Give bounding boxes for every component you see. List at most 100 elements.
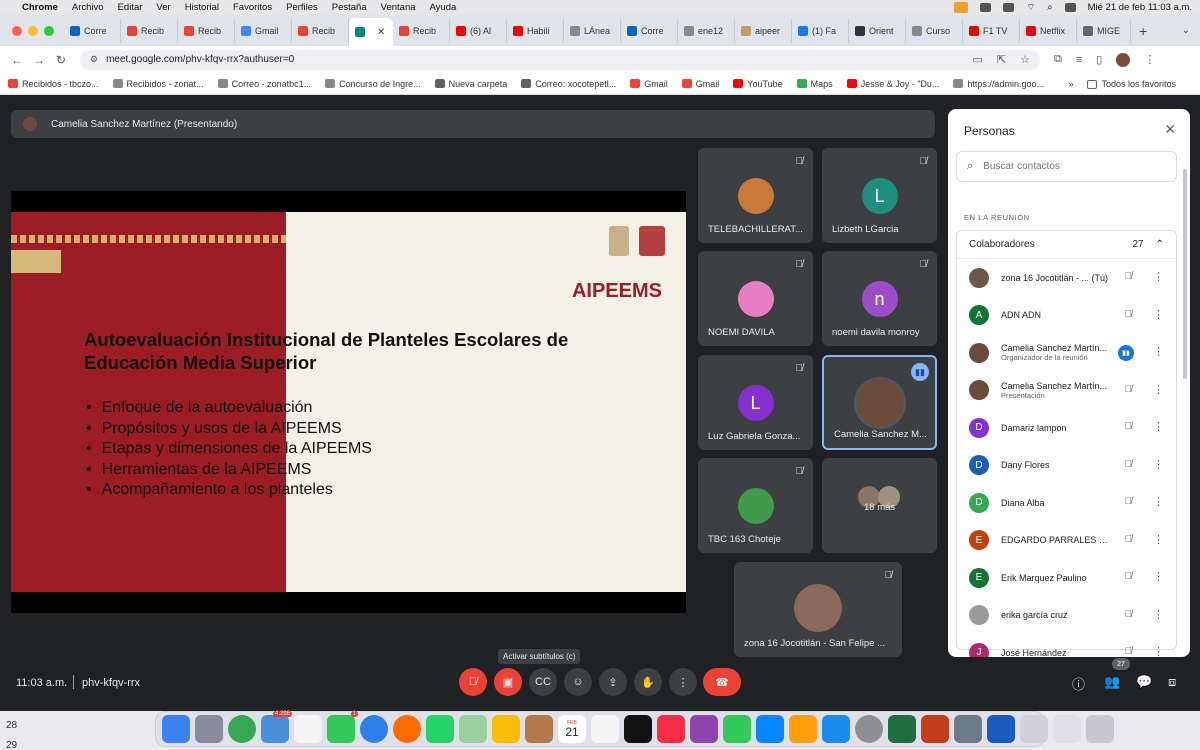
bookmark-item[interactable]: Nueva carpeta <box>434 79 507 89</box>
browser-tab[interactable]: Curso <box>906 18 963 43</box>
powerpoint-icon[interactable] <box>921 715 949 743</box>
contacts-icon[interactable] <box>525 715 553 743</box>
browser-tab[interactable]: Habili <box>507 18 564 43</box>
back-arrow-icon[interactable]: ← <box>6 53 28 67</box>
maps-icon[interactable] <box>459 715 487 743</box>
participant-row[interactable]: D Damariz lampon 🎙̸ ⋮ <box>957 409 1176 447</box>
firefox-icon[interactable] <box>393 715 421 743</box>
mic-off-icon[interactable]: 🎙̸ <box>1125 496 1133 507</box>
more-options-icon[interactable]: ⋮ <box>1153 495 1164 508</box>
bookmark-item[interactable]: Recibidos - zonat... <box>112 79 204 89</box>
browser-tab[interactable]: LÁnea <box>564 18 621 43</box>
more-options-icon[interactable]: ⋮ <box>1153 533 1164 546</box>
open-in-icon[interactable]: ⇱ <box>997 53 1006 66</box>
pages-icon[interactable] <box>789 715 817 743</box>
participant-tile[interactable]: 🎙̸ L Luz Gabriela Gonza... <box>698 355 813 450</box>
bookmark-item[interactable]: Concurso de Ingre... <box>325 79 421 89</box>
mic-off-icon[interactable]: 🎙̸ <box>1125 384 1133 395</box>
browser-tab[interactable]: Recib <box>121 18 178 43</box>
leave-call-button[interactable]: ☎ <box>703 668 741 696</box>
contact-search[interactable]: ⌕ <box>956 151 1177 182</box>
browser-tab[interactable]: Corre <box>64 18 121 43</box>
mic-status-icon[interactable] <box>954 2 969 13</box>
search-input[interactable] <box>983 161 1144 172</box>
menu-app[interactable]: Chrome <box>22 2 58 13</box>
mic-off-icon[interactable]: 🎙̸ <box>1125 571 1133 582</box>
extensions-icon[interactable]: ⧉ <box>1054 53 1062 66</box>
participant-tile[interactable]: 🎙̸ n noemi davila monroy <box>822 251 937 346</box>
participant-row[interactable]: D Dany Flores 🎙̸ ⋮ <box>957 447 1176 485</box>
finder-icon[interactable] <box>162 715 190 743</box>
mic-off-icon[interactable]: 🎙̸ <box>1125 459 1133 470</box>
participant-row[interactable]: erika garcía cruz 🎙̸ ⋮ <box>957 597 1176 635</box>
participant-tile[interactable]: 🎙̸ TBC 163 Choteje <box>698 458 813 553</box>
browser-menu-icon[interactable]: ⋮ <box>1144 53 1155 66</box>
browser-tab[interactable]: Recib <box>292 18 349 43</box>
more-bookmarks-icon[interactable]: » <box>1068 79 1073 89</box>
browser-tab[interactable]: Gmail <box>235 18 292 43</box>
zoom-window-button[interactable] <box>44 25 54 36</box>
menu-ver[interactable]: Ver <box>156 2 170 13</box>
settings-icon[interactable] <box>855 715 883 743</box>
trash-icon[interactable] <box>1086 715 1114 743</box>
participant-tile[interactable]: 🎙̸ L Lizbeth LGarcia <box>822 148 937 243</box>
mic-toggle-button[interactable]: 🎙̸ <box>459 668 487 696</box>
menu-pestana[interactable]: Pestaña <box>332 2 367 13</box>
preview-icon[interactable] <box>954 715 982 743</box>
forward-arrow-icon[interactable]: → <box>28 53 50 67</box>
camera-toggle-button[interactable]: ▣̸ <box>494 668 522 696</box>
reload-icon[interactable]: ↻ <box>50 53 72 67</box>
facetime-icon[interactable]: 1 <box>327 711 358 743</box>
mail-icon[interactable]: 4.296 <box>261 711 292 743</box>
browser-tab[interactable]: MIGE <box>1077 18 1131 43</box>
tab-search-chevron-icon[interactable]: ⌄ <box>1182 25 1190 36</box>
activities-icon[interactable]: ⧈ <box>1168 674 1176 690</box>
raise-hand-button[interactable]: ✋ <box>634 668 662 696</box>
chat-icon[interactable]: 💬 <box>1136 674 1152 690</box>
address-url[interactable]: meet.google.com/phv-kfqv-rrx?authuser=0 <box>106 54 294 65</box>
panel-scrollbar[interactable] <box>1183 169 1187 379</box>
menu-editar[interactable]: Editar <box>118 2 143 13</box>
speaking-indicator-icon[interactable]: ▮▮ <box>1118 345 1134 361</box>
bookmark-item[interactable]: https://admin.goo... <box>953 79 1044 89</box>
calendar-icon[interactable]: FEB 21 <box>558 715 586 743</box>
participant-tile[interactable]: 🎙̸ TELEBACHILLERAT... <box>698 148 813 243</box>
participant-row[interactable]: E Erik Marquez Paulino 🎙̸ ⋮ <box>957 559 1176 597</box>
browser-tab[interactable]: Orient <box>849 18 906 43</box>
participant-row[interactable]: Camelia Sanchez Martín... Organizador de … <box>957 334 1176 372</box>
whatsapp-icon[interactable] <box>426 715 454 743</box>
mic-off-icon[interactable]: 🎙̸ <box>1125 421 1133 432</box>
browser-tab[interactable]: Netflix <box>1020 18 1077 43</box>
close-icon[interactable]: ✕ <box>1164 121 1176 138</box>
browser-tab[interactable]: Corre <box>621 18 678 43</box>
meeting-info-icon[interactable]: ⓘ <box>1072 674 1085 693</box>
menu-favoritos[interactable]: Favoritos <box>233 2 272 13</box>
shared-screen[interactable]: AIPEEMS Autoevaluación Institucional de … <box>11 191 686 613</box>
app-store-icon[interactable] <box>822 715 850 743</box>
bookmark-star-icon[interactable]: ☆ <box>1020 53 1030 66</box>
all-bookmarks[interactable]: Todos los favoritos <box>1087 79 1176 89</box>
more-options-icon[interactable]: ⋮ <box>1153 270 1164 283</box>
browser-tab[interactable]: (6) Al <box>450 18 507 43</box>
bookmark-item[interactable]: Correo: xocotepetl... <box>521 79 616 89</box>
more-options-icon[interactable]: ⋮ <box>1153 608 1164 621</box>
more-options-icon[interactable]: ⋮ <box>1153 420 1164 433</box>
downloads-icon[interactable] <box>1020 715 1048 743</box>
control-center-icon[interactable] <box>1064 3 1076 12</box>
bookmark-item[interactable]: Gmail <box>630 79 668 89</box>
tv-icon[interactable] <box>624 715 652 743</box>
search-icon[interactable]: ⌕ <box>1047 2 1052 13</box>
browser-tab[interactable]: ene12 <box>678 18 735 43</box>
more-options-icon[interactable]: ⋮ <box>1153 570 1164 583</box>
address-bar[interactable]: ⚙ meet.google.com/phv-kfqv-rrx?authuser=… <box>80 49 1040 70</box>
side-panel-icon[interactable]: ▯ <box>1096 53 1102 66</box>
camera-indicator-icon[interactable]: ▭ <box>973 53 983 66</box>
mic-off-icon[interactable]: 🎙̸ <box>1125 609 1133 620</box>
more-options-icon[interactable]: ⋮ <box>1153 345 1164 358</box>
menu-perfiles[interactable]: Perfiles <box>286 2 318 13</box>
participant-tile-active-speaker[interactable]: ▮▮ Camelia Sanchez M... <box>822 355 937 450</box>
chrome-icon[interactable] <box>228 715 256 743</box>
wifi-icon[interactable]: ⌔ <box>1026 2 1035 13</box>
more-options-button[interactable]: ⋮ <box>669 668 697 696</box>
more-options-icon[interactable]: ⋮ <box>1153 383 1164 396</box>
